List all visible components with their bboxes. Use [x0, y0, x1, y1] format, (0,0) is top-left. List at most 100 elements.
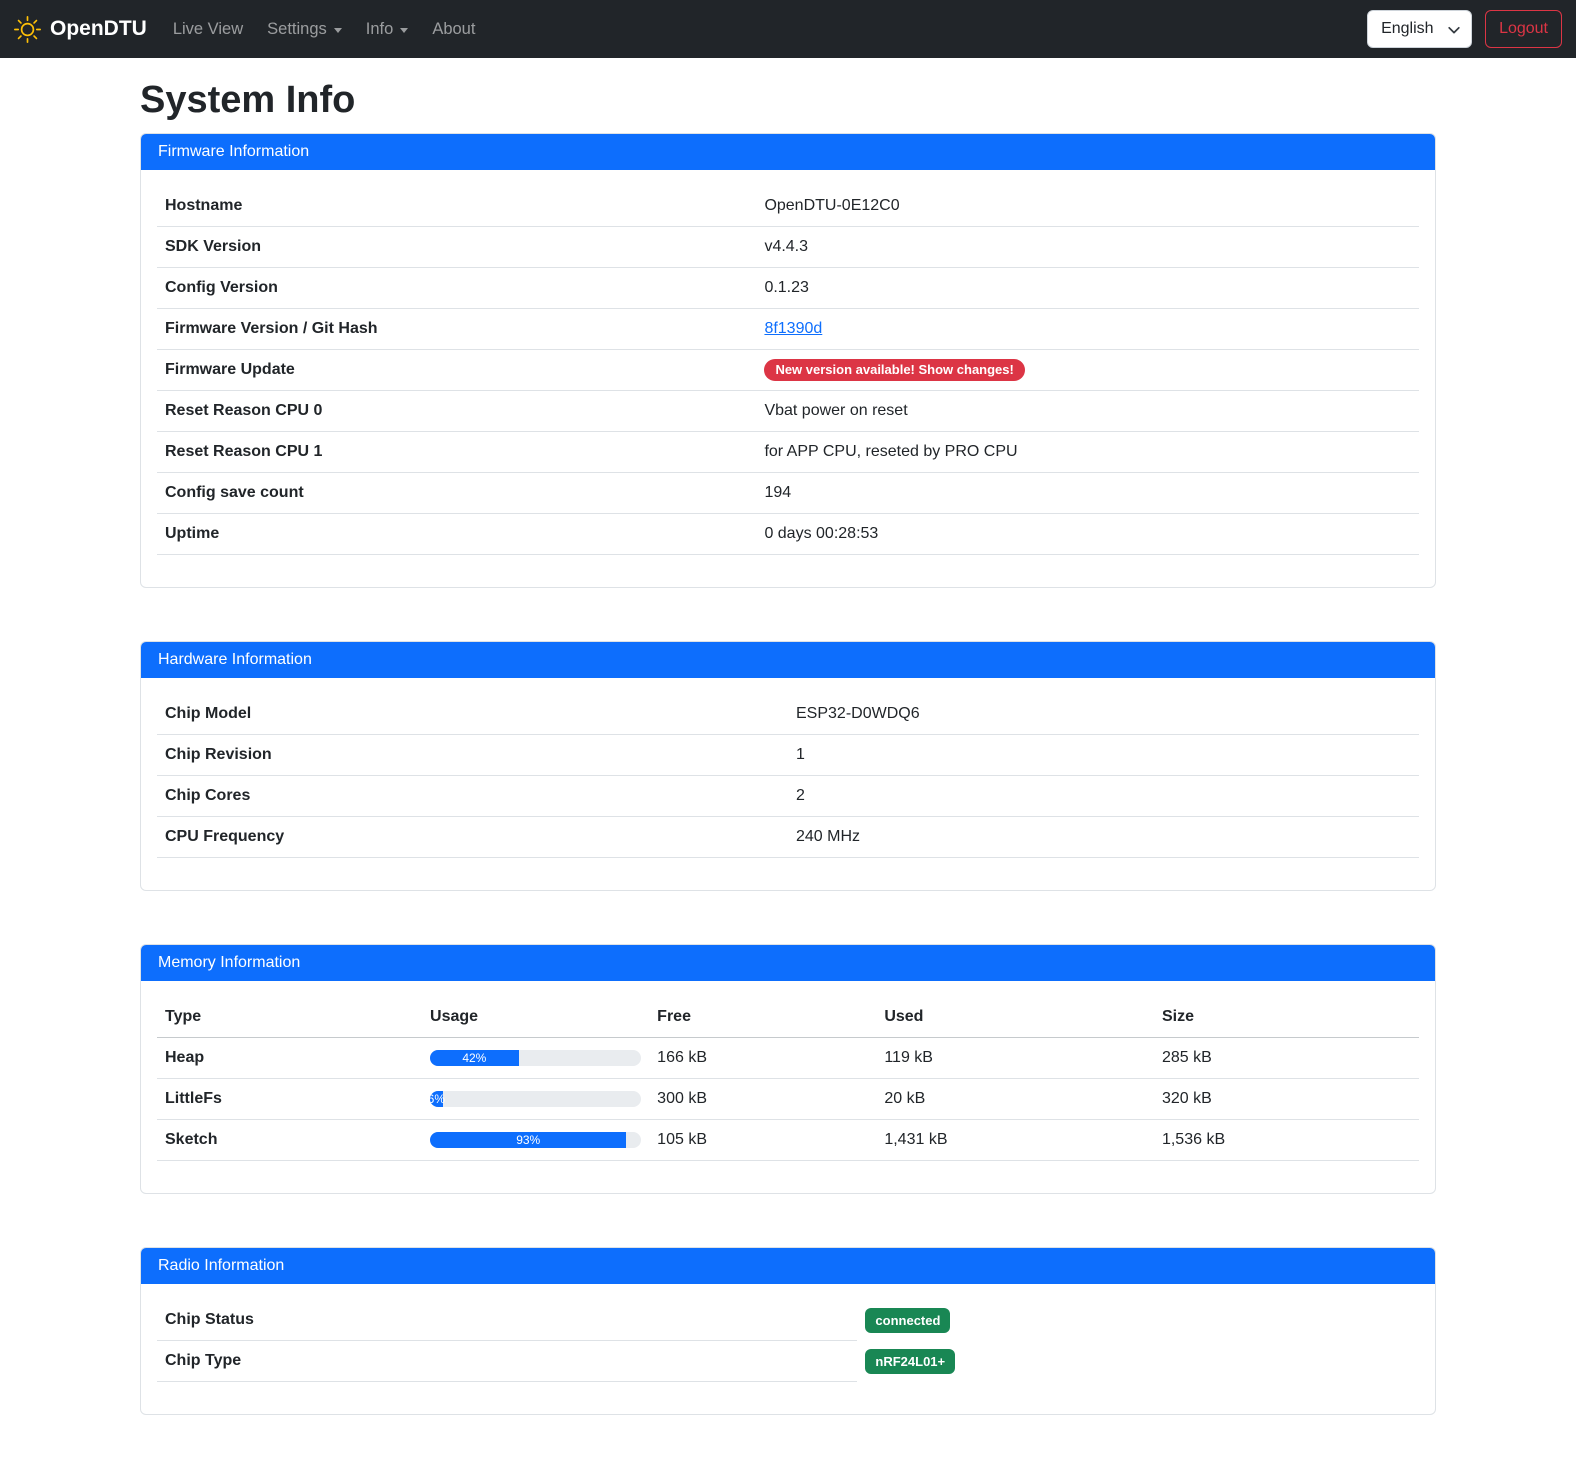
table-row: LittleFs 6% 300 kB 20 kB 320 kB [157, 1079, 1419, 1120]
progress-bar: 93% [430, 1132, 626, 1148]
hardware-card-body: Chip Model ESP32-D0WDQ6 Chip Revision 1 … [141, 678, 1435, 890]
memory-free: 300 kB [649, 1079, 876, 1120]
row-label: Chip Model [157, 694, 788, 735]
row-label: Config save count [157, 473, 756, 514]
column-header-size: Size [1154, 997, 1419, 1038]
nav-link-live-view[interactable]: Live View [165, 12, 251, 47]
sun-icon [14, 16, 41, 43]
memory-type: Sketch [157, 1120, 422, 1161]
table-row: Reset Reason CPU 0 Vbat power on reset [157, 391, 1419, 432]
chevron-down-icon [334, 28, 342, 33]
table-row: SDK Version v4.4.3 [157, 227, 1419, 268]
navbar-right: English Logout [1367, 10, 1562, 48]
table-row: CPU Frequency 240 MHz [157, 817, 1419, 858]
memory-table: Type Usage Free Used Size Heap 42% [157, 997, 1419, 1161]
column-header-usage: Usage [422, 997, 649, 1038]
row-label: Chip Revision [157, 735, 788, 776]
row-value: nRF24L01+ [857, 1341, 1419, 1382]
hardware-card-header: Hardware Information [141, 642, 1435, 678]
row-label: Firmware Update [157, 350, 756, 391]
row-label: Hostname [157, 186, 756, 227]
table-row: Config save count 194 [157, 473, 1419, 514]
nav-link-about[interactable]: About [424, 12, 483, 47]
nav-link-settings[interactable]: Settings [259, 12, 350, 47]
chevron-down-icon [1447, 23, 1461, 42]
git-hash-link[interactable]: 8f1390d [764, 320, 822, 337]
progress-bar: 42% [430, 1050, 519, 1066]
row-label: Reset Reason CPU 0 [157, 391, 756, 432]
row-label: Uptime [157, 514, 756, 555]
hardware-table: Chip Model ESP32-D0WDQ6 Chip Revision 1 … [157, 694, 1419, 858]
table-row: Chip Status connected [157, 1300, 1419, 1341]
memory-type: Heap [157, 1038, 422, 1079]
row-value: OpenDTU-0E12C0 [756, 186, 1419, 227]
memory-card-header: Memory Information [141, 945, 1435, 981]
row-label: CPU Frequency [157, 817, 788, 858]
chevron-down-icon [400, 28, 408, 33]
radio-card-header: Radio Information [141, 1248, 1435, 1284]
row-value: New version available! Show changes! [756, 350, 1419, 391]
navbar-left: OpenDTU Live View Settings Info About [14, 12, 487, 47]
memory-used: 119 kB [876, 1038, 1154, 1079]
memory-usage-cell: 6% [422, 1079, 649, 1120]
row-value: 1 [788, 735, 1419, 776]
row-value: v4.4.3 [756, 227, 1419, 268]
firmware-card-body: Hostname OpenDTU-0E12C0 SDK Version v4.4… [141, 170, 1435, 587]
page-title: System Info [140, 79, 1436, 122]
nav-link-info[interactable]: Info [358, 12, 417, 47]
progress-track: 6% [430, 1091, 641, 1107]
table-row: Firmware Update New version available! S… [157, 350, 1419, 391]
hardware-information-card: Hardware Information Chip Model ESP32-D0… [140, 641, 1436, 891]
row-label: Chip Cores [157, 776, 788, 817]
table-row: Firmware Version / Git Hash 8f1390d [157, 309, 1419, 350]
table-row: Sketch 93% 105 kB 1,431 kB 1,536 kB [157, 1120, 1419, 1161]
row-value: 0 days 00:28:53 [756, 514, 1419, 555]
radio-table: Chip Status connected Chip Type nRF24L01… [157, 1300, 1419, 1382]
table-row: Reset Reason CPU 1 for APP CPU, reseted … [157, 432, 1419, 473]
main-container: System Info Firmware Information Hostnam… [128, 79, 1448, 1415]
memory-usage-cell: 42% [422, 1038, 649, 1079]
nav-link-settings-label: Settings [267, 20, 327, 39]
row-label: Firmware Version / Git Hash [157, 309, 756, 350]
row-label: SDK Version [157, 227, 756, 268]
brand[interactable]: OpenDTU [14, 16, 147, 43]
row-value: 0.1.23 [756, 268, 1419, 309]
language-select-value: English [1381, 20, 1433, 38]
nav-link-info-label: Info [366, 20, 394, 39]
table-row: Hostname OpenDTU-0E12C0 [157, 186, 1419, 227]
firmware-update-badge[interactable]: New version available! Show changes! [764, 359, 1024, 381]
chip-status-badge: connected [865, 1308, 950, 1333]
row-value: 8f1390d [756, 309, 1419, 350]
row-value: 2 [788, 776, 1419, 817]
progress-track: 93% [430, 1132, 641, 1148]
nav-link-about-label: About [432, 20, 475, 39]
row-value: connected [857, 1300, 1419, 1341]
row-value: Vbat power on reset [756, 391, 1419, 432]
memory-usage-cell: 93% [422, 1120, 649, 1161]
progress-track: 42% [430, 1050, 641, 1066]
row-value: ESP32-D0WDQ6 [788, 694, 1419, 735]
memory-size: 285 kB [1154, 1038, 1419, 1079]
column-header-free: Free [649, 997, 876, 1038]
chip-type-badge: nRF24L01+ [865, 1349, 955, 1374]
row-value: 240 MHz [788, 817, 1419, 858]
row-label: Reset Reason CPU 1 [157, 432, 756, 473]
memory-type: LittleFs [157, 1079, 422, 1120]
logout-button[interactable]: Logout [1485, 10, 1562, 48]
language-select[interactable]: English [1367, 10, 1472, 48]
table-row: Heap 42% 166 kB 119 kB 285 kB [157, 1038, 1419, 1079]
radio-card-body: Chip Status connected Chip Type nRF24L01… [141, 1284, 1435, 1414]
progress-bar: 6% [430, 1091, 443, 1107]
firmware-card-header: Firmware Information [141, 134, 1435, 170]
row-value: 194 [756, 473, 1419, 514]
row-value: for APP CPU, reseted by PRO CPU [756, 432, 1419, 473]
table-row: Chip Cores 2 [157, 776, 1419, 817]
table-row: Chip Revision 1 [157, 735, 1419, 776]
table-row: Chip Model ESP32-D0WDQ6 [157, 694, 1419, 735]
column-header-type: Type [157, 997, 422, 1038]
table-row: Uptime 0 days 00:28:53 [157, 514, 1419, 555]
brand-label: OpenDTU [50, 17, 147, 41]
memory-card-body: Type Usage Free Used Size Heap 42% [141, 981, 1435, 1193]
column-header-used: Used [876, 997, 1154, 1038]
memory-free: 166 kB [649, 1038, 876, 1079]
